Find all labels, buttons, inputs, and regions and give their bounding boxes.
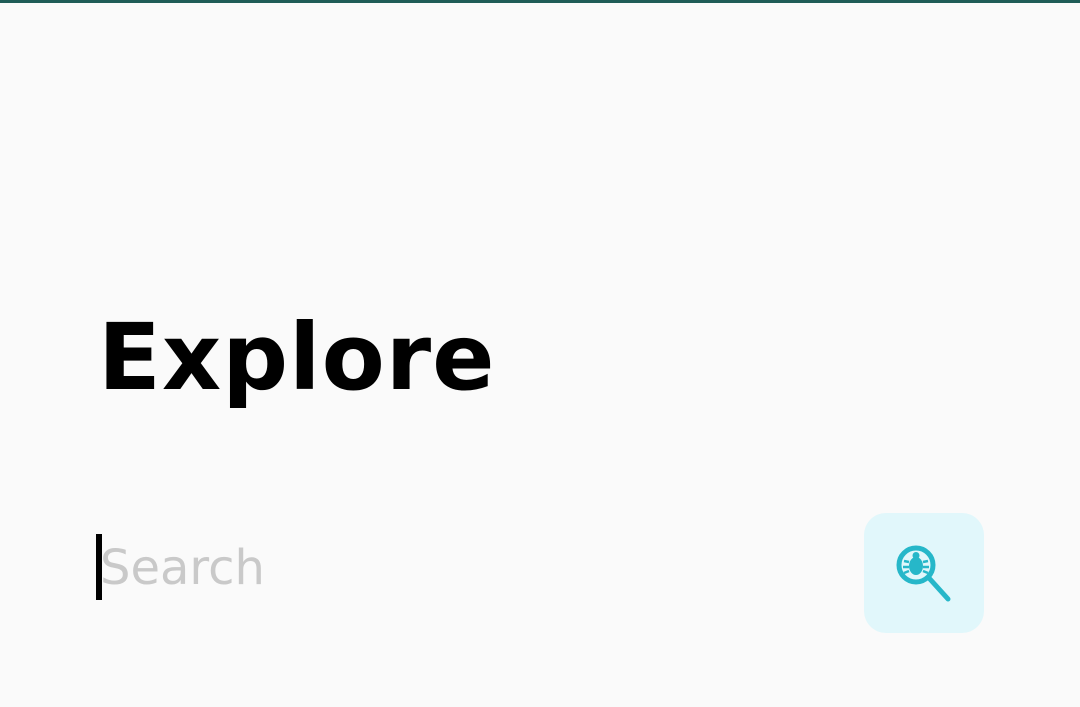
page-title: Explore [98, 304, 496, 411]
search-input[interactable] [100, 532, 790, 604]
search-bar[interactable] [96, 532, 796, 604]
bug-search-icon [896, 545, 951, 602]
status-bar-divider [0, 0, 1080, 3]
search-button[interactable] [864, 513, 984, 633]
